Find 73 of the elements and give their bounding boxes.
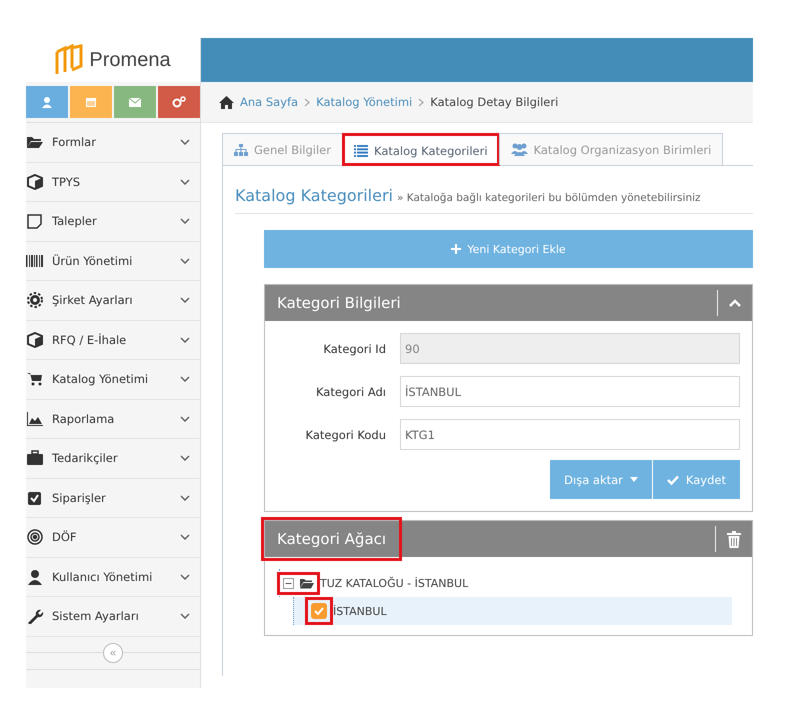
tree-node[interactable]: TUZ KATALOĞU - İSTANBUL	[320, 576, 468, 590]
menu-item[interactable]: Katalog Yönetimi	[26, 360, 200, 400]
user-button[interactable]	[26, 86, 68, 118]
menu-item[interactable]: TPYS	[26, 162, 200, 202]
collapse-toggle-icon[interactable]	[283, 578, 294, 588]
chevron-icon	[180, 139, 190, 146]
tree-node-row[interactable]: İSTANBUL	[293, 597, 732, 625]
chevron-icon	[180, 178, 190, 185]
caret-icon	[630, 477, 638, 482]
target-icon	[26, 529, 44, 546]
chevron-icon	[180, 376, 190, 382]
collapse-icon[interactable]	[729, 299, 741, 307]
logo-text: Promena	[89, 48, 171, 72]
tree-node-label: İSTANBUL	[333, 604, 387, 618]
trash-icon[interactable]	[727, 530, 741, 548]
list-icon	[354, 144, 368, 156]
chevron-icon	[180, 455, 190, 462]
logo-icon	[55, 44, 86, 76]
menu-item[interactable]: DÖF	[26, 518, 200, 558]
chevron-icon	[304, 98, 310, 106]
user-icon	[41, 96, 53, 108]
menu-item[interactable]: Formlar	[26, 123, 200, 162]
plus-icon	[451, 244, 462, 254]
wrench-icon	[26, 608, 44, 624]
area-chart-icon	[26, 410, 44, 427]
barcode-icon	[26, 252, 44, 269]
breadcrumb-current: Katalog Detay Bilgileri	[430, 95, 558, 109]
field-label: Kategori Kodu	[304, 428, 387, 442]
briefcase-icon	[26, 450, 44, 466]
chevron-icon	[180, 613, 190, 620]
field-label: Kategori Adı	[314, 384, 387, 398]
menu-item[interactable]: Şirket Ayarları	[26, 281, 200, 320]
user-icon	[26, 568, 44, 585]
checkbox[interactable]	[311, 603, 327, 619]
mail-icon	[128, 96, 142, 108]
chevron-icon	[180, 218, 190, 224]
mail-button[interactable]	[114, 86, 156, 118]
tab[interactable]: Katalog Kategorileri	[342, 133, 500, 166]
input-field[interactable]: İSTANBUL	[400, 376, 740, 407]
field-label: Kategori Id	[322, 342, 387, 356]
cube-icon	[26, 174, 44, 190]
input-field[interactable]: KTG1	[400, 419, 740, 450]
page-title: Katalog Kategorileri	[235, 186, 393, 205]
chevron-icon	[418, 98, 424, 106]
menu-item[interactable]: Kullanıcı Yönetimi	[26, 558, 200, 597]
folder-icon	[300, 578, 314, 588]
chevron-icon	[180, 297, 190, 304]
hierarchy-icon	[234, 144, 248, 156]
menu-item[interactable]: RFQ / E-İhale	[26, 320, 200, 360]
chevron-icon	[180, 258, 190, 264]
chevron-icon	[180, 336, 190, 343]
menu-item[interactable]: Siparişler	[26, 478, 200, 518]
folder-icon	[26, 134, 44, 150]
chevron-icon	[180, 494, 190, 501]
note-icon	[26, 213, 44, 230]
menu-item[interactable]: Ürün Yönetimi	[26, 242, 200, 281]
chevron-icon	[180, 534, 190, 540]
settings-button[interactable]	[158, 86, 200, 118]
menu-item[interactable]: Talepler	[26, 202, 200, 242]
check-icon	[666, 474, 679, 484]
chevron-icon	[180, 574, 190, 580]
menu-item[interactable]: Tedarikçiler	[26, 439, 200, 478]
check-icon	[314, 607, 324, 615]
panel-title: Kategori Bilgileri	[276, 293, 402, 314]
users-icon	[510, 143, 528, 156]
page-subtitle: » Kataloğa bağlı kategorileri bu bölümden yönetebilirsiniz	[396, 192, 701, 204]
menu-item[interactable]: Raporlama	[26, 400, 200, 439]
calendar-icon	[85, 96, 97, 108]
cart-icon	[26, 371, 44, 388]
chevron-icon	[180, 416, 190, 422]
settings-icon	[172, 96, 186, 108]
home-icon	[219, 96, 234, 108]
cube-icon	[26, 332, 44, 348]
